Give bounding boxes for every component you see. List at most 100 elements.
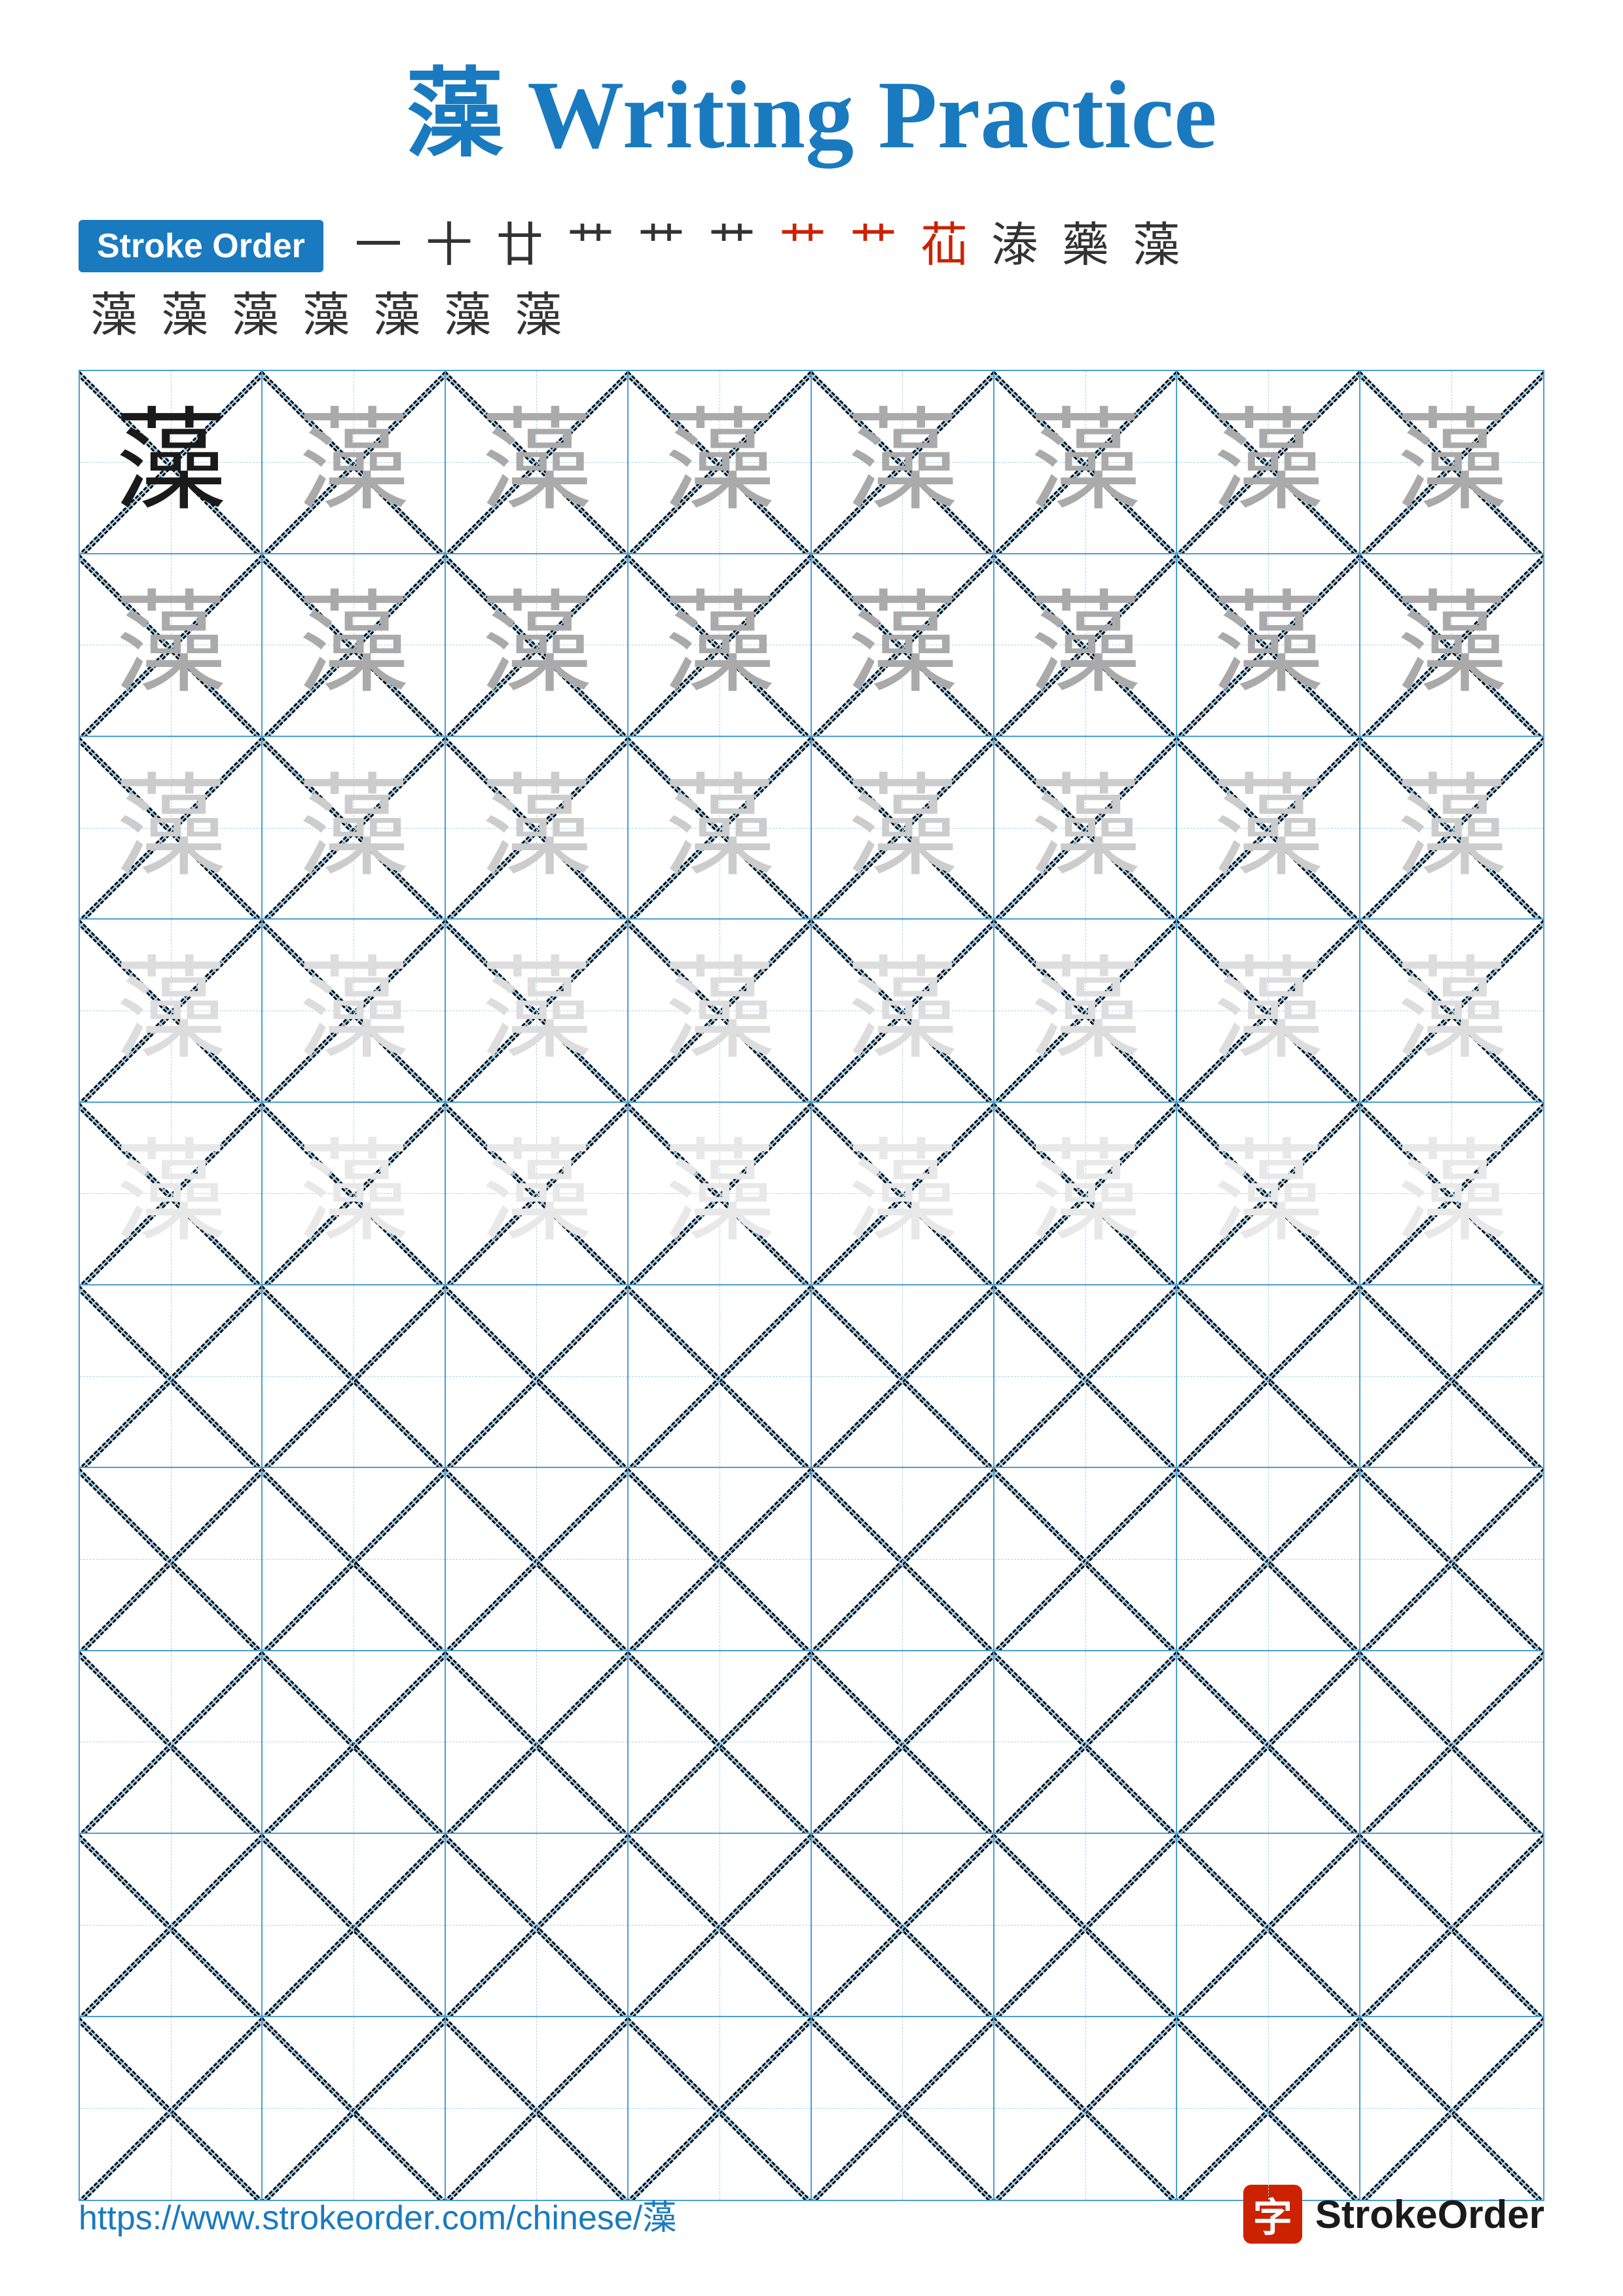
- grid-cell-1-3[interactable]: 藻: [446, 371, 629, 554]
- grid-cell-8-1[interactable]: [80, 1651, 263, 1834]
- grid-cell-5-6[interactable]: 藻: [994, 1103, 1177, 1285]
- grid-cell-7-1[interactable]: [80, 1468, 263, 1651]
- grid-cell-10-6[interactable]: [994, 2017, 1177, 2200]
- grid-cell-5-8[interactable]: 藻: [1360, 1103, 1543, 1285]
- grid-cell-6-1[interactable]: [80, 1285, 263, 1468]
- grid-row-4: 藻 藻 藻 藻 藻 藻 藻: [80, 920, 1543, 1102]
- grid-cell-4-3[interactable]: 藻: [446, 920, 629, 1102]
- grid-cell-8-7[interactable]: [1177, 1651, 1360, 1834]
- grid-cell-9-5[interactable]: [812, 1834, 994, 2017]
- stroke-7: 艹: [779, 217, 826, 274]
- grid-cell-3-4[interactable]: 藻: [629, 737, 811, 920]
- grid-cell-7-6[interactable]: [994, 1468, 1177, 1651]
- grid-cell-5-4[interactable]: 藻: [629, 1103, 811, 1285]
- grid-cell-1-6[interactable]: 藻: [994, 371, 1177, 554]
- grid-cell-8-8[interactable]: [1360, 1651, 1543, 1834]
- grid-row-8: [80, 1651, 1543, 1834]
- grid-cell-10-4[interactable]: [629, 2017, 811, 2200]
- grid-cell-6-6[interactable]: [994, 1285, 1177, 1468]
- grid-cell-9-1[interactable]: [80, 1834, 263, 2017]
- grid-cell-10-1[interactable]: [80, 2017, 263, 2200]
- grid-cell-3-3[interactable]: 藻: [446, 737, 629, 920]
- title-text: Writing Practice: [503, 62, 1216, 169]
- grid-cell-1-1[interactable]: 藻: [80, 371, 263, 554]
- practice-char: 藻: [1030, 589, 1141, 700]
- practice-char: 藻: [115, 772, 227, 884]
- grid-cell-4-2[interactable]: 藻: [263, 920, 445, 1102]
- practice-char: 藻: [664, 589, 775, 700]
- grid-cell-6-8[interactable]: [1360, 1285, 1543, 1468]
- grid-cell-6-2[interactable]: [263, 1285, 445, 1468]
- footer-brand: 字 StrokeOrder: [1243, 2185, 1544, 2244]
- grid-cell-2-3[interactable]: 藻: [446, 554, 629, 737]
- grid-cell-10-8[interactable]: [1360, 2017, 1543, 2200]
- grid-cell-2-6[interactable]: 藻: [994, 554, 1177, 737]
- stroke-2: 十: [426, 217, 473, 274]
- grid-cell-3-7[interactable]: 藻: [1177, 737, 1360, 920]
- grid-cell-4-8[interactable]: 藻: [1360, 920, 1543, 1102]
- grid-cell-6-4[interactable]: [629, 1285, 811, 1468]
- grid-cell-5-5[interactable]: 藻: [812, 1103, 994, 1285]
- grid-cell-7-5[interactable]: [812, 1468, 994, 1651]
- grid-cell-1-2[interactable]: 藻: [263, 371, 445, 554]
- grid-cell-8-4[interactable]: [629, 1651, 811, 1834]
- grid-cell-5-1[interactable]: 藻: [80, 1103, 263, 1285]
- grid-cell-2-8[interactable]: 藻: [1360, 554, 1543, 737]
- grid-cell-5-3[interactable]: 藻: [446, 1103, 629, 1285]
- grid-cell-2-1[interactable]: 藻: [80, 554, 263, 737]
- grid-cell-4-1[interactable]: 藻: [80, 920, 263, 1102]
- practice-char: 藻: [298, 955, 409, 1066]
- grid-cell-8-2[interactable]: [263, 1651, 445, 1834]
- grid-cell-9-2[interactable]: [263, 1834, 445, 2017]
- grid-cell-8-3[interactable]: [446, 1651, 629, 1834]
- grid-cell-1-5[interactable]: 藻: [812, 371, 994, 554]
- grid-cell-5-2[interactable]: 藻: [263, 1103, 445, 1285]
- grid-cell-3-5[interactable]: 藻: [812, 737, 994, 920]
- page: 藻 Writing Practice Stroke Order 一 十 廿 艹 …: [0, 0, 1623, 2296]
- grid-cell-1-8[interactable]: 藻: [1360, 371, 1543, 554]
- grid-cell-3-1[interactable]: 藻: [80, 737, 263, 920]
- grid-cell-7-8[interactable]: [1360, 1468, 1543, 1651]
- practice-char: 藻: [1213, 772, 1324, 884]
- grid-cell-4-4[interactable]: 藻: [629, 920, 811, 1102]
- grid-cell-10-7[interactable]: [1177, 2017, 1360, 2200]
- grid-cell-1-7[interactable]: 藻: [1177, 371, 1360, 554]
- grid-cell-9-6[interactable]: [994, 1834, 1177, 2017]
- grid-cell-4-7[interactable]: 藻: [1177, 920, 1360, 1102]
- grid-cell-7-3[interactable]: [446, 1468, 629, 1651]
- grid-cell-9-4[interactable]: [629, 1834, 811, 2017]
- practice-char: 藻: [115, 955, 227, 1066]
- grid-cell-7-2[interactable]: [263, 1468, 445, 1651]
- stroke-1: 一: [355, 217, 402, 274]
- grid-row-2: 藻 藻 藻 藻 藻 藻 藻: [80, 554, 1543, 737]
- grid-cell-5-7[interactable]: 藻: [1177, 1103, 1360, 1285]
- practice-char: 藻: [847, 955, 958, 1066]
- grid-cell-1-4[interactable]: 藻: [629, 371, 811, 554]
- grid-cell-2-2[interactable]: 藻: [263, 554, 445, 737]
- grid-cell-10-2[interactable]: [263, 2017, 445, 2200]
- grid-cell-7-7[interactable]: [1177, 1468, 1360, 1651]
- grid-cell-8-5[interactable]: [812, 1651, 994, 1834]
- grid-cell-6-3[interactable]: [446, 1285, 629, 1468]
- grid-cell-10-5[interactable]: [812, 2017, 994, 2200]
- practice-char: 藻: [1030, 1138, 1141, 1249]
- grid-cell-2-7[interactable]: 藻: [1177, 554, 1360, 737]
- grid-cell-6-7[interactable]: [1177, 1285, 1360, 1468]
- grid-cell-10-3[interactable]: [446, 2017, 629, 2200]
- grid-cell-8-6[interactable]: [994, 1651, 1177, 1834]
- grid-cell-2-5[interactable]: 藻: [812, 554, 994, 737]
- grid-cell-9-7[interactable]: [1177, 1834, 1360, 2017]
- grid-cell-2-4[interactable]: 藻: [629, 554, 811, 737]
- practice-char: 藻: [664, 955, 775, 1066]
- stroke-11: 藥: [1062, 217, 1109, 274]
- grid-cell-4-5[interactable]: 藻: [812, 920, 994, 1102]
- footer-url[interactable]: https://www.strokeorder.com/chinese/藻: [79, 2190, 676, 2239]
- grid-cell-4-6[interactable]: 藻: [994, 920, 1177, 1102]
- grid-cell-9-3[interactable]: [446, 1834, 629, 2017]
- grid-cell-6-5[interactable]: [812, 1285, 994, 1468]
- grid-cell-3-6[interactable]: 藻: [994, 737, 1177, 920]
- grid-cell-7-4[interactable]: [629, 1468, 811, 1651]
- grid-cell-9-8[interactable]: [1360, 1834, 1543, 2017]
- grid-cell-3-8[interactable]: 藻: [1360, 737, 1543, 920]
- grid-cell-3-2[interactable]: 藻: [263, 737, 445, 920]
